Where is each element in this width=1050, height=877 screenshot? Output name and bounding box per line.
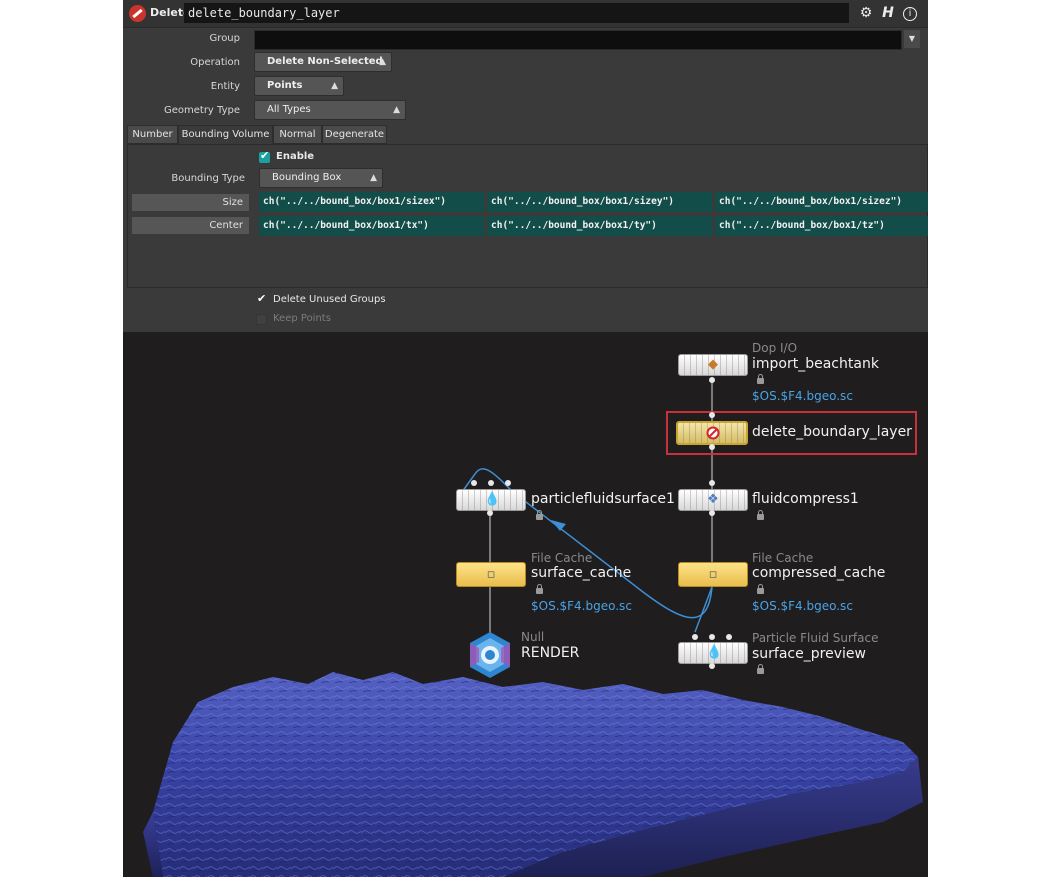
node-file-path: $OS.$F4.bgeo.sc: [752, 599, 853, 613]
info-icon[interactable]: i: [903, 7, 917, 21]
keep-points-label: Keep Points: [273, 313, 331, 324]
lock-icon: [536, 584, 543, 594]
entity-label: Entity: [210, 81, 240, 92]
delete-unused-groups-checkbox[interactable]: [256, 292, 267, 306]
input-connector[interactable]: [488, 480, 494, 486]
node-title-bar: Delete delete_boundary_layer ⚙ H i: [123, 0, 928, 28]
node-type-label: Dop I/O: [752, 341, 798, 355]
input-connector[interactable]: [471, 480, 477, 486]
fluid-surface-icon: 💧: [706, 645, 723, 660]
operation-value: Delete Non-Selected: [267, 56, 383, 67]
input-connector[interactable]: [692, 634, 698, 640]
input-connector[interactable]: [709, 634, 715, 640]
node-name-label: surface_preview: [752, 646, 866, 662]
center-y-field[interactable]: ch("../../bound_box/box1/ty"): [487, 216, 712, 236]
updown-arrows-icon: ▲: [331, 81, 338, 91]
node-name-label: RENDER: [521, 645, 580, 661]
node-name-label: fluidcompress1: [752, 491, 859, 507]
group-input[interactable]: [254, 30, 902, 50]
houdini-window: Delete delete_boundary_layer ⚙ H i Group…: [123, 0, 928, 877]
node-file-path: $OS.$F4.bgeo.sc: [752, 389, 853, 403]
node-body[interactable]: ▫: [456, 562, 526, 587]
node-name-label: surface_cache: [531, 565, 632, 581]
input-connector[interactable]: [726, 634, 732, 640]
operation-label: Operation: [190, 57, 240, 68]
node-body[interactable]: ▫: [678, 562, 748, 587]
output-connector[interactable]: [709, 510, 715, 516]
fluid-surface-icon: 💧: [484, 492, 501, 507]
node-type-label: File Cache: [531, 551, 593, 565]
input-connector[interactable]: [709, 412, 715, 418]
file-cache-icon: ▫: [708, 567, 718, 582]
lock-icon: [757, 374, 764, 384]
size-y-field[interactable]: ch("../../bound_box/box1/sizey"): [487, 192, 712, 212]
tab-degenerate[interactable]: Degenerate: [322, 125, 387, 144]
enable-label: Enable: [276, 151, 315, 162]
center-z-field[interactable]: ch("../../bound_box/box1/tz"): [715, 216, 928, 236]
node-name-label: delete_boundary_layer: [752, 424, 912, 440]
file-cache-icon: ▫: [486, 567, 496, 582]
node-body[interactable]: ❖: [678, 489, 748, 511]
bounding-type-label: Bounding Type: [171, 173, 245, 184]
enable-checkbox[interactable]: [259, 149, 270, 163]
input-connector[interactable]: [505, 480, 511, 486]
lock-icon: [536, 510, 543, 520]
tab-bounding-volume[interactable]: Bounding Volume: [178, 125, 273, 144]
node-name-field[interactable]: delete_boundary_layer: [184, 3, 849, 23]
center-label: Center: [132, 217, 249, 234]
node-body[interactable]: ◆: [678, 354, 748, 376]
delete-unused-groups-label: Delete Unused Groups: [273, 294, 386, 305]
output-connector[interactable]: [709, 444, 715, 450]
houdini-help-icon[interactable]: H: [880, 5, 896, 21]
node-file-path: $OS.$F4.bgeo.sc: [531, 599, 632, 613]
node-type-label: Particle Fluid Surface: [752, 631, 879, 645]
entity-menu[interactable]: Points ▲: [254, 76, 344, 96]
node-body[interactable]: [676, 421, 748, 445]
lock-icon: [757, 664, 764, 674]
network-editor: ◆ Dop I/O import_beachtank $OS.$F4.bgeo.…: [123, 332, 928, 877]
null-node-icon[interactable]: [465, 630, 515, 680]
updown-arrows-icon: ▲: [393, 105, 400, 115]
node-name-label: particlefluidsurface1: [531, 491, 675, 507]
lock-icon: [757, 510, 764, 520]
entity-value: Points: [267, 80, 303, 91]
node-type-label: Null: [521, 630, 545, 644]
node-name-label: compressed_cache: [752, 565, 886, 581]
operation-menu[interactable]: Delete Non-Selected ▲: [254, 52, 392, 72]
fluid-compress-icon: ❖: [707, 492, 719, 507]
delete-node-icon: [129, 5, 146, 22]
tab-normal[interactable]: Normal: [273, 125, 322, 144]
group-dropdown-button[interactable]: ▼: [904, 30, 920, 48]
updown-arrows-icon: ▲: [370, 173, 377, 183]
output-connector[interactable]: [709, 663, 715, 669]
node-name-label: import_beachtank: [752, 356, 879, 372]
input-connector[interactable]: [709, 480, 715, 486]
lock-icon: [757, 584, 764, 594]
node-body[interactable]: 💧: [456, 489, 526, 511]
output-connector[interactable]: [709, 377, 715, 383]
dop-import-icon: ◆: [708, 357, 718, 372]
bounding-type-menu[interactable]: Bounding Box ▲: [259, 168, 383, 188]
bounding-type-value: Bounding Box: [272, 172, 342, 183]
output-connector[interactable]: [487, 510, 493, 516]
delete-node-icon: [706, 426, 720, 442]
center-x-field[interactable]: ch("../../bound_box/box1/tx"): [259, 216, 484, 236]
size-z-field[interactable]: ch("../../bound_box/box1/sizez"): [715, 192, 928, 212]
geometry-type-menu[interactable]: All Types ▲: [254, 100, 406, 120]
node-body[interactable]: 💧: [678, 642, 748, 664]
updown-arrows-icon: ▲: [379, 57, 386, 67]
geometry-type-label: Geometry Type: [163, 105, 240, 116]
group-label: Group: [209, 33, 240, 44]
geometry-type-value: All Types: [267, 104, 311, 115]
keep-points-checkbox[interactable]: [256, 314, 267, 325]
node-type-label: File Cache: [752, 551, 814, 565]
parameter-editor: Delete delete_boundary_layer ⚙ H i Group…: [123, 0, 928, 332]
size-x-field[interactable]: ch("../../bound_box/box1/sizex"): [259, 192, 484, 212]
tab-number[interactable]: Number: [127, 125, 178, 144]
size-label: Size: [132, 194, 249, 211]
gear-icon[interactable]: ⚙: [858, 5, 874, 21]
